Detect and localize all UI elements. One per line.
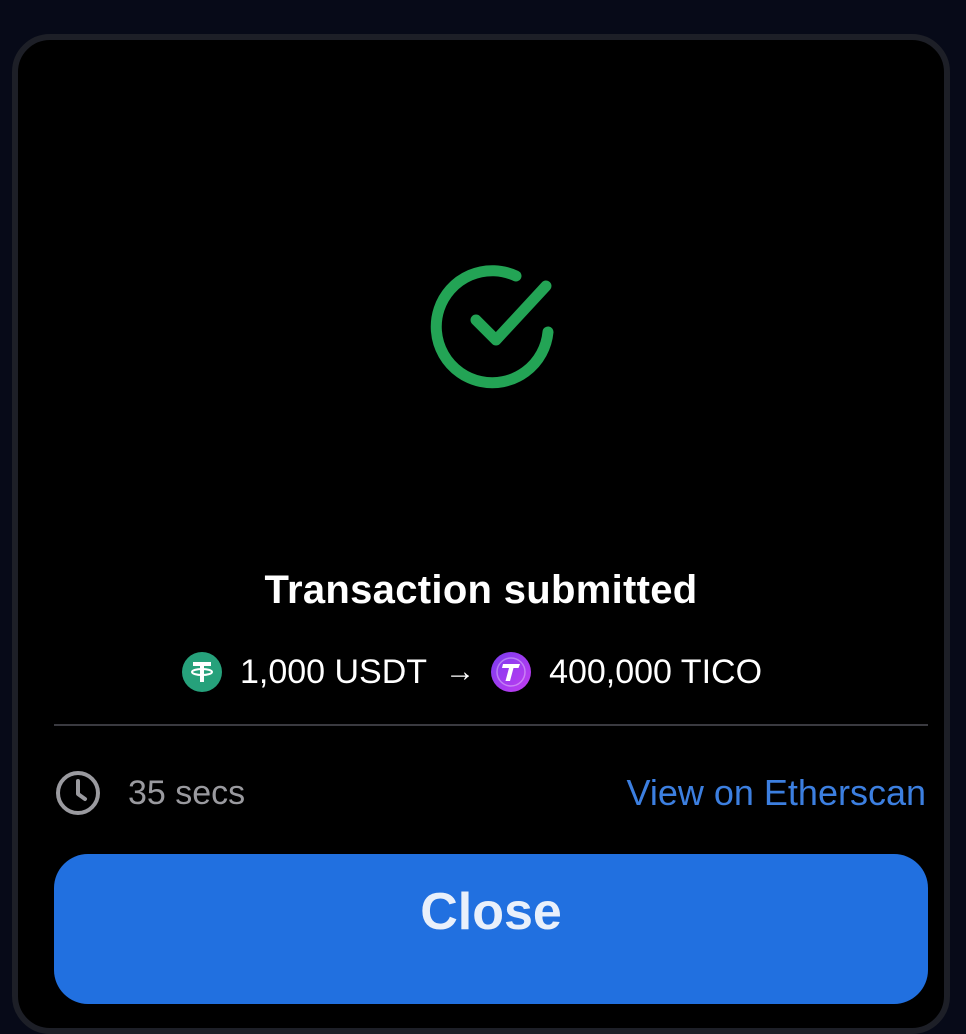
swap-summary: 1,000 USDT → 400,000 TICO (18, 650, 944, 694)
transaction-status-modal: Transaction submitted 1,000 USDT → 400,0… (12, 34, 950, 1034)
elapsed-time-text: 35 secs (128, 773, 246, 812)
status-title: Transaction submitted (264, 568, 698, 612)
elapsed-time: 35 secs (54, 770, 245, 816)
tico-token-icon (491, 652, 532, 692)
from-amount: 1,000 USDT (239, 652, 428, 691)
clock-icon (56, 771, 100, 815)
close-button[interactable]: Close (54, 854, 928, 1004)
swap-arrow-icon: → (445, 655, 476, 688)
to-amount: 400,000 TICO (549, 652, 763, 691)
divider (54, 724, 928, 726)
usdt-token-icon (181, 652, 222, 692)
view-on-etherscan-link[interactable]: View on Etherscan (626, 770, 926, 816)
check-circle-icon (430, 265, 554, 389)
